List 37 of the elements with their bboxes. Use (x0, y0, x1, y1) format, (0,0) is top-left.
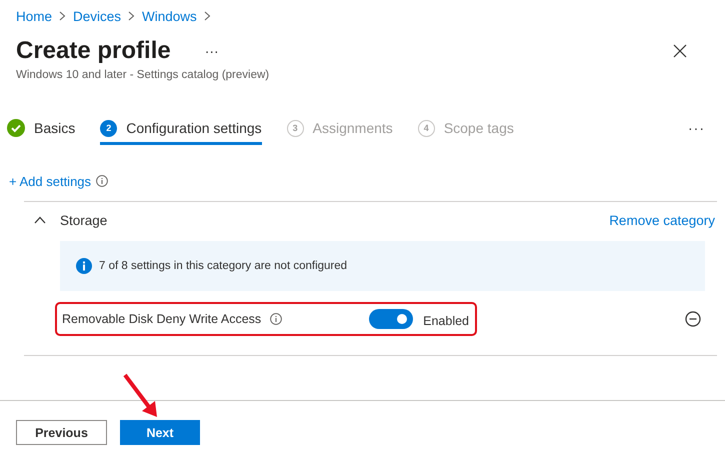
wizard-tab[interactable]: 2 Configuration settings (100, 111, 262, 145)
info-icon (270, 313, 282, 325)
chevron-right-icon (59, 11, 66, 21)
breadcrumb-link[interactable]: Windows (142, 8, 197, 24)
next-button[interactable]: Next (120, 420, 200, 445)
toggle-switch[interactable] (369, 309, 414, 329)
chevron-right-icon (204, 11, 211, 21)
step-label: Configuration settings (126, 120, 262, 136)
wizard-tab[interactable]: 4 Scope tags (418, 111, 514, 145)
remove-category-link[interactable]: Remove category (609, 212, 715, 228)
step-label: Assignments (312, 120, 393, 136)
info-icon (76, 258, 92, 274)
breadcrumb-link[interactable]: Home (16, 8, 52, 24)
wizard-tab[interactable]: 3 Assignments (286, 111, 393, 145)
add-settings-link[interactable]: + Add settings (9, 174, 92, 188)
more-button[interactable]: ··· (204, 43, 219, 59)
checkmark-icon (7, 119, 25, 137)
page-title: Create profile (16, 37, 171, 65)
page-subtitle: Windows 10 and later - Settings catalog (preview) (16, 69, 270, 81)
chevron-up-icon[interactable] (34, 216, 46, 224)
category-name: Storage (60, 212, 108, 228)
wizard-tab[interactable]: Basics (7, 111, 76, 145)
step-label: Basics (34, 120, 76, 136)
step-number: 3 (286, 120, 304, 136)
info-icon (96, 175, 108, 187)
step-number: 2 (100, 120, 118, 136)
previous-button[interactable]: Previous (16, 420, 107, 445)
chevron-right-icon (128, 11, 136, 21)
close-icon[interactable] (673, 44, 687, 58)
more-button[interactable]: ··· (688, 120, 705, 136)
setting-label: Removable Disk Deny Write Access (62, 312, 262, 326)
info-text: 7 of 8 settings in this category are not configured (99, 260, 348, 272)
step-number: 4 (418, 120, 435, 136)
remove-icon[interactable] (685, 311, 701, 327)
breadcrumb-link[interactable]: Devices (73, 8, 122, 24)
step-label: Scope tags (444, 120, 514, 136)
setting-value: Enabled (423, 314, 469, 328)
